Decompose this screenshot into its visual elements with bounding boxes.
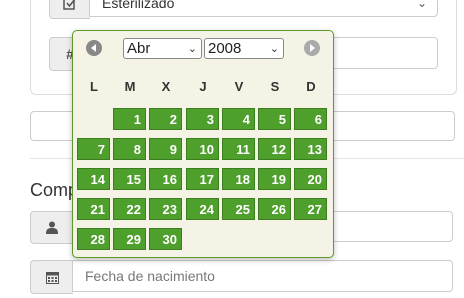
calendar-day[interactable]: 11 — [222, 138, 255, 160]
sterilized-select-value: Esterilizado — [102, 0, 175, 11]
weekday-label: S — [270, 79, 280, 94]
calendar-day[interactable]: 27 — [294, 198, 327, 220]
calendar-day[interactable]: 10 — [186, 138, 219, 160]
weekday-label: J — [199, 79, 207, 94]
calendar-day[interactable]: 26 — [258, 198, 291, 220]
calendar-day[interactable]: 22 — [113, 198, 146, 220]
dob-placeholder: Fecha de nacimiento — [85, 268, 215, 284]
calendar-day[interactable]: 24 — [186, 198, 219, 220]
datepicker: Abr ⌄ 2008 ⌄ LMXJVSD 1 2 3 4 5 6 7 8 9 10 11 12 13 14… — [72, 30, 334, 258]
weekday-label: X — [161, 79, 171, 94]
calendar-day[interactable]: 9 — [149, 138, 182, 160]
calendar-day[interactable]: 25 — [222, 198, 255, 220]
calendar-day[interactable]: 29 — [113, 228, 146, 250]
chevron-right-icon — [310, 44, 315, 52]
chevron-down-icon: ⌄ — [187, 43, 197, 55]
calendar-day[interactable]: 19 — [258, 168, 291, 190]
month-select[interactable]: Abr ⌄ — [123, 38, 202, 59]
checkbox-icon — [63, 0, 76, 10]
user-icon — [46, 221, 58, 234]
calendar-day[interactable]: 16 — [149, 168, 182, 190]
user-addon — [30, 211, 73, 244]
chevron-down-icon: ⌄ — [416, 0, 427, 10]
calendar-day[interactable]: 2 — [149, 108, 182, 130]
month-value: Abr — [127, 40, 151, 57]
calendar-day[interactable]: 28 — [77, 228, 110, 250]
year-value: 2008 — [208, 40, 242, 57]
calendar-addon — [30, 260, 73, 294]
calendar-day[interactable]: 21 — [77, 198, 110, 220]
year-select[interactable]: 2008 ⌄ — [204, 38, 284, 59]
calendar-day[interactable]: 5 — [258, 108, 291, 130]
weekday-label: V — [234, 79, 244, 94]
checkbox-addon — [49, 0, 90, 19]
calendar-day[interactable]: 15 — [113, 168, 146, 190]
calendar-day[interactable]: 12 — [258, 138, 291, 160]
calendar-day[interactable]: 30 — [149, 228, 182, 250]
calendar-day[interactable]: 23 — [149, 198, 182, 220]
calendar-day[interactable]: 4 — [222, 108, 255, 130]
calendar-day[interactable]: 14 — [77, 168, 110, 190]
calendar-day[interactable]: 20 — [294, 168, 327, 190]
chevron-down-icon: ⌄ — [269, 43, 279, 55]
calendar-icon — [45, 271, 59, 284]
calendar-day[interactable]: 17 — [186, 168, 219, 190]
sterilized-select[interactable]: Esterilizado ⌄ — [89, 0, 438, 17]
weekday-label: M — [124, 79, 136, 94]
calendar-day[interactable]: 13 — [294, 138, 327, 160]
section-heading: Comp — [30, 180, 79, 200]
calendar-day[interactable]: 8 — [113, 138, 146, 160]
calendar-day[interactable]: 18 — [222, 168, 255, 190]
next-month-button[interactable] — [304, 40, 320, 56]
chevron-left-icon — [91, 44, 96, 52]
weekday-label: D — [306, 79, 316, 94]
calendar-day[interactable]: 1 — [113, 108, 146, 130]
dob-input[interactable]: Fecha de nacimiento — [72, 260, 453, 292]
datepicker-header: Abr ⌄ 2008 ⌄ — [73, 31, 333, 65]
prev-month-button[interactable] — [86, 40, 102, 56]
calendar-day[interactable]: 7 — [77, 138, 110, 160]
calendar-day[interactable]: 6 — [294, 108, 327, 130]
weekday-label: L — [90, 79, 98, 94]
calendar-day[interactable]: 3 — [186, 108, 219, 130]
